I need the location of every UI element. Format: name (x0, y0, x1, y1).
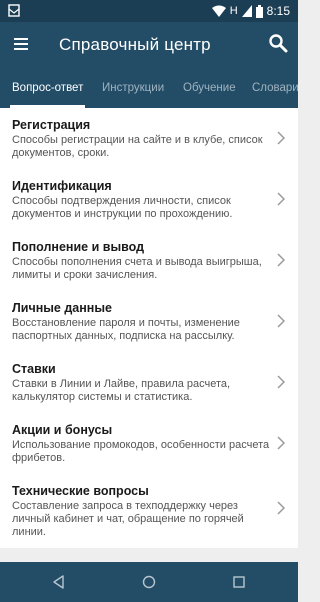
item-description: Использование промокодов, особенности ра… (12, 439, 270, 464)
search-icon[interactable] (268, 33, 288, 53)
chevron-right-icon (277, 192, 285, 206)
item-description: Способы регистрации на сайте и в клубе, … (12, 134, 263, 159)
item-description: Способы пополнения счета и вывода выигры… (12, 256, 262, 281)
page-title: Справочный центр (59, 35, 211, 54)
tab-glossary[interactable]: Словари (252, 70, 298, 108)
list-item-identification[interactable]: Идентификация Способы подтверждения личн… (0, 169, 298, 230)
item-title: Регистрация (12, 118, 91, 132)
help-topic-list: Регистрация Способы регистрации на сайте… (0, 108, 298, 548)
status-bar: H 8:15 (0, 0, 298, 22)
item-description: Восстановление пароля и почты, изменение… (12, 317, 240, 342)
item-title: Акции и бонусы (12, 423, 113, 437)
network-type: H (229, 5, 238, 17)
list-item-bets[interactable]: Ставки Ставки в Линии и Лайве, правила р… (0, 352, 298, 413)
app-bar: Справочный центр (0, 22, 298, 70)
signal-icon (241, 5, 252, 17)
item-description: Ставки в Линии и Лайве, правила расчета,… (12, 378, 231, 403)
wifi-icon (211, 5, 226, 17)
chevron-right-icon (277, 436, 285, 450)
chevron-right-icon (277, 314, 285, 328)
list-item-deposit-withdrawal[interactable]: Пополнение и вывод Способы пополнения сч… (0, 230, 298, 291)
home-icon[interactable] (141, 574, 157, 590)
item-title: Пополнение и вывод (12, 240, 145, 254)
chevron-right-icon (277, 131, 285, 145)
list-item-promotions[interactable]: Акции и бонусы Использование промокодов,… (0, 413, 298, 474)
status-time: 8:15 (266, 4, 290, 18)
item-title: Технические вопросы (12, 484, 149, 498)
tab-faq[interactable]: Вопрос-ответ (9, 70, 86, 108)
chevron-right-icon (277, 501, 285, 515)
battery-icon (255, 4, 263, 18)
list-item-technical[interactable]: Технические вопросы Составление запроса … (0, 474, 298, 548)
tab-learning[interactable]: Обучение (183, 70, 236, 108)
system-nav-bar (0, 562, 298, 602)
tab-bar: Вопрос-ответ Инструкции Обучение Словари (0, 70, 298, 108)
item-description: Составление запроса в техподдержку через… (12, 500, 244, 538)
item-title: Ставки (12, 362, 56, 376)
recents-icon[interactable] (231, 574, 247, 590)
list-item-registration[interactable]: Регистрация Способы регистрации на сайте… (0, 108, 298, 169)
menu-icon[interactable] (14, 37, 30, 51)
item-description: Способы подтверждения личности, список д… (12, 195, 233, 220)
chevron-right-icon (277, 375, 285, 389)
list-item-personal-data[interactable]: Личные данные Восстановление пароля и по… (0, 291, 298, 352)
back-icon[interactable] (51, 574, 67, 590)
item-title: Личные данные (12, 301, 112, 315)
tab-instructions[interactable]: Инструкции (102, 70, 164, 108)
status-icons: H 8:15 (211, 3, 290, 19)
item-title: Идентификация (12, 179, 112, 193)
notification-icon (8, 4, 20, 17)
chevron-right-icon (277, 253, 285, 267)
